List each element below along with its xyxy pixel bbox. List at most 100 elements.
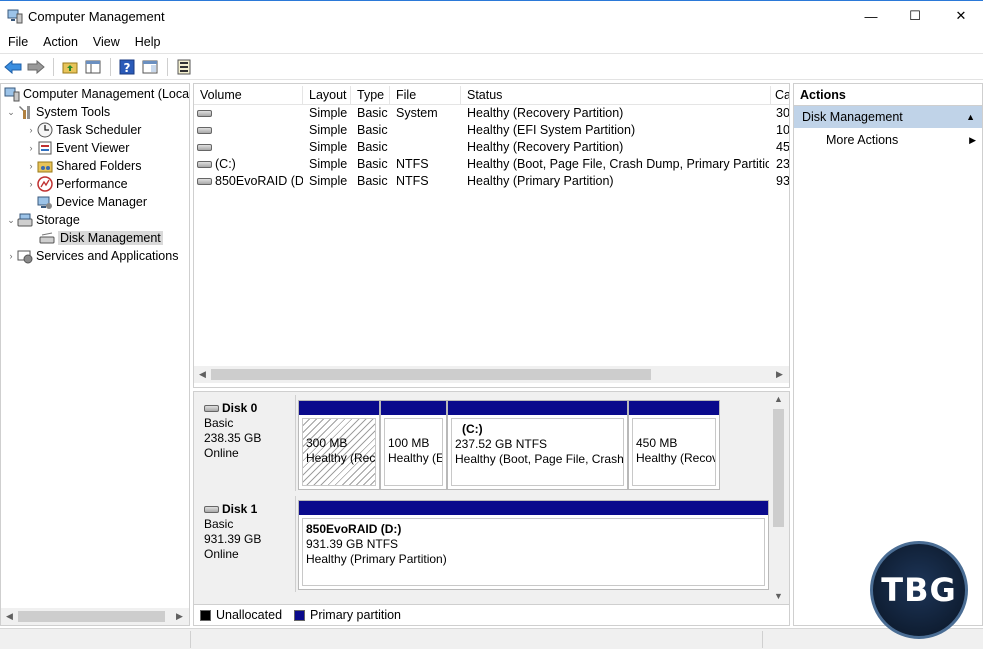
- disk-0-partition-efi[interactable]: 100 MB Healthy (E: [380, 400, 447, 490]
- scroll-left-icon[interactable]: ◀: [199, 369, 206, 380]
- collapse-up-icon[interactable]: ▲: [966, 106, 975, 128]
- chevron-right-icon[interactable]: ›: [25, 161, 37, 171]
- tree-item-performance[interactable]: › Performance: [25, 175, 128, 193]
- volume-capacity: 93: [776, 174, 789, 188]
- tree-item-root[interactable]: Computer Management (Local: [4, 85, 189, 103]
- partition-size: 237.52 GB NTFS: [455, 437, 548, 451]
- volume-layout: Simple: [309, 106, 348, 120]
- actions-section-label: Disk Management: [802, 110, 903, 124]
- forward-button[interactable]: [25, 56, 47, 78]
- chevron-right-icon[interactable]: ›: [5, 251, 17, 261]
- scroll-thumb[interactable]: [18, 611, 165, 622]
- computer-management-icon: [7, 9, 23, 24]
- tree-item-system-tools[interactable]: ⌄ System Tools: [5, 103, 110, 121]
- volume-list-horizontal-scrollbar[interactable]: ◀ ▶: [194, 366, 789, 383]
- menu-help[interactable]: Help: [127, 35, 168, 49]
- chevron-right-icon[interactable]: ›: [25, 143, 37, 153]
- partition-bar: [299, 501, 768, 515]
- table-row[interactable]: Simple Basic Healthy (EFI System Partiti…: [194, 122, 789, 139]
- tree-item-disk-management[interactable]: Disk Management: [39, 229, 163, 247]
- table-row[interactable]: Simple Basic Healthy (Recovery Partition…: [194, 105, 789, 122]
- chevron-right-icon[interactable]: ›: [25, 179, 37, 189]
- scroll-up-icon[interactable]: ▲: [774, 394, 783, 404]
- disk-0-partition-recovery[interactable]: 300 MB Healthy (Rec: [298, 400, 380, 490]
- minimize-button[interactable]: —: [848, 1, 894, 31]
- disk-0-partition-recovery-2[interactable]: 450 MB Healthy (Recov: [628, 400, 720, 490]
- column-capacity[interactable]: Ca: [771, 86, 789, 104]
- volume-disk-icon: [197, 161, 212, 169]
- disk-1-partition-d[interactable]: 850EvoRAID (D:) 931.39 GB NTFS Healthy (…: [298, 500, 769, 590]
- chevron-down-icon[interactable]: ⌄: [5, 107, 17, 118]
- properties-button[interactable]: [139, 56, 161, 78]
- scroll-left-icon[interactable]: ◀: [6, 611, 13, 622]
- toolbar-separator: [53, 57, 54, 76]
- disk-1-label[interactable]: Disk 1 Basic 931.39 GB Online: [196, 496, 296, 592]
- volume-disk-icon: [197, 127, 212, 135]
- menu-file[interactable]: File: [0, 35, 35, 49]
- table-row[interactable]: (C:) Simple Basic NTFS Healthy (Boot, Pa…: [194, 156, 789, 173]
- tree-label: Disk Management: [58, 231, 163, 245]
- show-hide-tree-button[interactable]: [82, 56, 104, 78]
- partition-bar: [381, 401, 446, 415]
- primary-partition-swatch: [294, 609, 306, 621]
- volume-list-header: Volume Layout Type File System Status Ca: [194, 86, 789, 120]
- tree-item-device-manager[interactable]: Device Manager: [37, 193, 147, 211]
- disk-map-vertical-scrollbar[interactable]: ▲ ▼: [770, 392, 787, 604]
- chevron-right-icon[interactable]: ›: [25, 125, 37, 135]
- back-icon: [4, 59, 22, 74]
- more-actions-item[interactable]: More Actions ▶: [794, 128, 982, 152]
- disk-settings-button[interactable]: [173, 56, 195, 78]
- column-layout[interactable]: Layout: [303, 86, 351, 104]
- disk-0-partitions: 300 MB Healthy (Rec 100 MB Healthy (E (C…: [298, 400, 724, 490]
- maximize-button[interactable]: ☐: [892, 1, 938, 31]
- tree-item-event-viewer[interactable]: › Event Viewer: [25, 139, 130, 157]
- tree-item-services-and-applications[interactable]: › Services and Applications: [5, 247, 178, 265]
- column-file-system[interactable]: File System: [390, 86, 461, 120]
- scroll-down-icon[interactable]: ▼: [774, 591, 783, 601]
- partition-title: 850EvoRAID (D:): [306, 522, 402, 536]
- disk-size: 238.35 GB: [204, 431, 262, 445]
- partition-bar: [299, 401, 379, 415]
- disk-0-partition-c[interactable]: (C:) 237.52 GB NTFS Healthy (Boot, Page …: [447, 400, 628, 490]
- tree-item-task-scheduler[interactable]: › Task Scheduler: [25, 121, 141, 139]
- menu-action[interactable]: Action: [35, 35, 85, 49]
- disk-0-label[interactable]: Disk 0 Basic 238.35 GB Online: [196, 395, 296, 491]
- disk-icon: [204, 506, 219, 513]
- up-folder-icon: [62, 62, 78, 73]
- computer-management-icon: [4, 87, 20, 102]
- chevron-down-icon[interactable]: ⌄: [5, 215, 17, 226]
- partition-info: 100 MB Healthy (E: [384, 418, 443, 486]
- partition-info: 300 MB Healthy (Rec: [302, 418, 376, 486]
- column-type[interactable]: Type: [351, 86, 390, 104]
- menu-view[interactable]: View: [85, 35, 127, 49]
- table-row[interactable]: 850EvoRAID (D:) Simple Basic NTFS Health…: [194, 173, 789, 190]
- tree-label: Event Viewer: [56, 141, 130, 155]
- table-row[interactable]: Simple Basic Healthy (Recovery Partition…: [194, 139, 789, 156]
- scroll-thumb[interactable]: [773, 409, 784, 527]
- scroll-right-icon[interactable]: ▶: [176, 611, 183, 622]
- volume-layout: Simple: [309, 140, 348, 154]
- help-button[interactable]: ?: [116, 56, 138, 78]
- tree-item-storage[interactable]: ⌄ Storage: [5, 211, 80, 229]
- close-button[interactable]: ✕: [938, 1, 983, 31]
- scroll-thumb[interactable]: [211, 369, 651, 380]
- tree-label: Device Manager: [56, 195, 148, 209]
- volume-type: Basic: [357, 157, 388, 171]
- partition-size: 450 MB: [636, 436, 678, 450]
- legend-primary: Primary partition: [310, 608, 402, 622]
- column-volume[interactable]: Volume: [194, 86, 303, 104]
- column-status[interactable]: Status: [461, 86, 771, 104]
- up-folder-button[interactable]: [59, 56, 81, 78]
- actions-section-disk-management[interactable]: Disk Management ▲: [794, 106, 982, 128]
- tree-label: Performance: [56, 177, 128, 191]
- volume-file-system: NTFS: [396, 174, 429, 188]
- back-button[interactable]: [2, 56, 24, 78]
- properties-icon: [142, 60, 158, 73]
- tree-item-shared-folders[interactable]: › Shared Folders: [25, 157, 142, 175]
- volume-disk-icon: [197, 110, 212, 118]
- partition-size: 931.39 GB NTFS: [306, 537, 399, 551]
- tree-horizontal-scrollbar[interactable]: ◀ ▶: [1, 608, 189, 625]
- scroll-right-icon[interactable]: ▶: [776, 369, 783, 380]
- legend-unallocated: Unallocated: [216, 608, 283, 622]
- disk-map: Disk 0 Basic 238.35 GB Online 300 MB Hea…: [193, 391, 790, 626]
